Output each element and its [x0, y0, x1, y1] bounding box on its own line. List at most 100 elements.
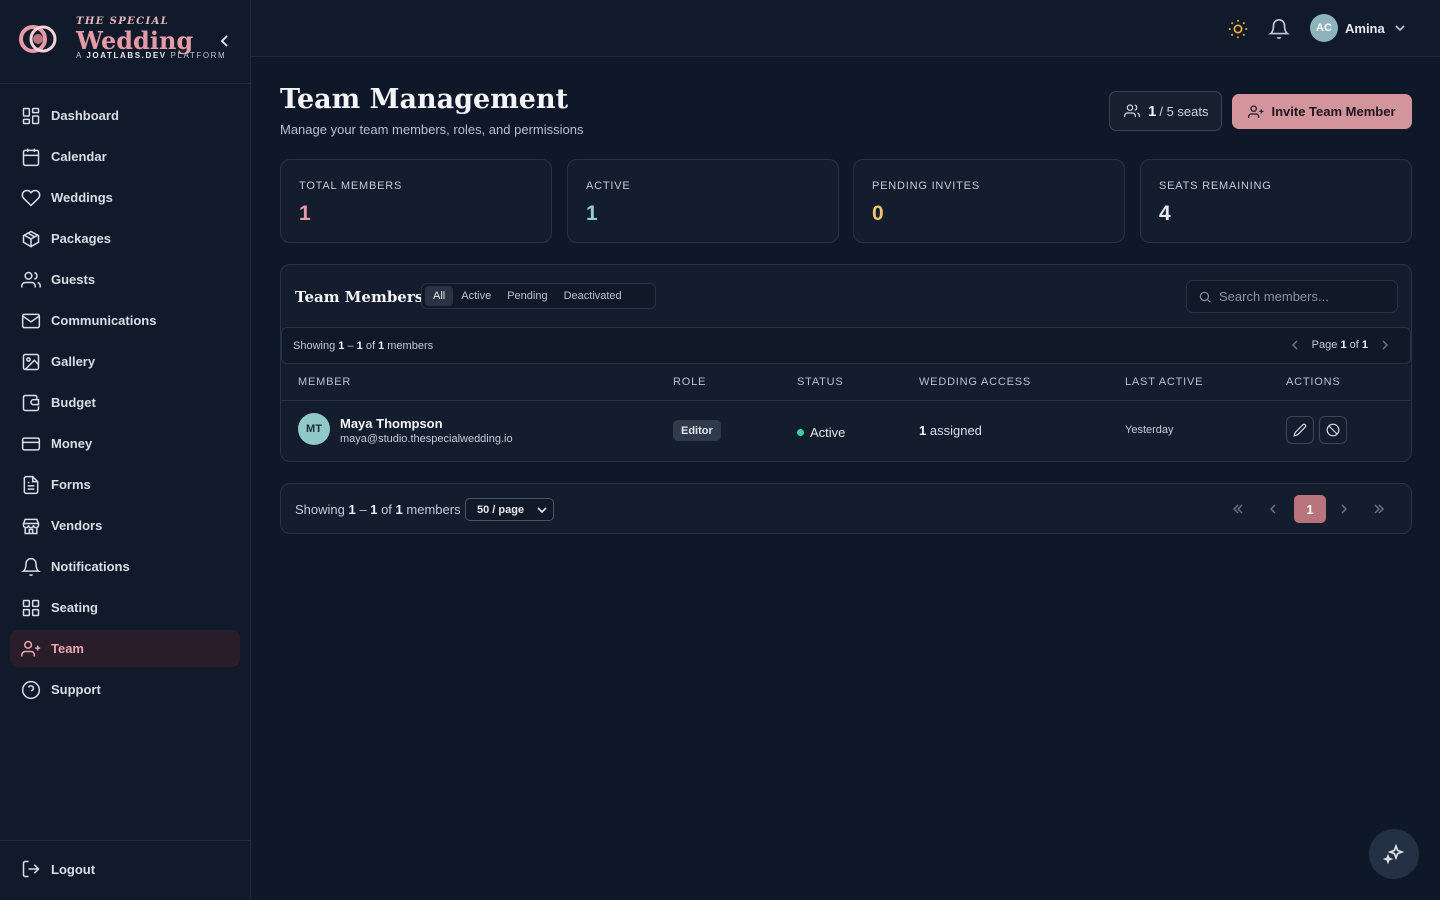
status-dot — [797, 429, 804, 436]
page-size-select[interactable]: 50 / page — [465, 498, 554, 521]
results-summary: Showing 1 – 1 of 1 members — [293, 340, 434, 352]
seats-total: / 5 seats — [1159, 103, 1209, 119]
sidebar-item-label: Gallery — [51, 354, 96, 369]
sidebar-item-label: Weddings — [51, 190, 113, 205]
edit-member-button[interactable] — [1286, 416, 1314, 444]
divider — [281, 400, 1411, 401]
pencil-icon — [1293, 423, 1307, 437]
user-name: Amina — [1345, 20, 1385, 36]
sidebar-item-seating[interactable]: Seating — [10, 589, 240, 626]
sidebar-item-guests[interactable]: Guests — [10, 261, 240, 298]
sidebar-item-support[interactable]: Support — [10, 671, 240, 708]
sidebar-item-label: Budget — [51, 395, 96, 410]
brand-logo-icon — [19, 25, 57, 53]
collapse-sidebar-button[interactable] — [216, 32, 234, 50]
sidebar-item-label: Calendar — [51, 149, 107, 164]
member-name: Maya Thompson — [340, 416, 443, 431]
brand-subtitle: A JOATLABS.DEV PLATFORM — [76, 51, 227, 60]
bell-icon — [21, 557, 41, 576]
card-title: Team Members — [295, 288, 424, 306]
sidebar-item-vendors[interactable]: Vendors — [10, 507, 240, 544]
next-page-button[interactable] — [1335, 500, 1353, 518]
tab-pending[interactable]: Pending — [499, 286, 555, 306]
stat-value: 1 — [586, 202, 598, 225]
last-active: Yesterday — [1125, 424, 1174, 436]
sidebar-item-money[interactable]: Money — [10, 425, 240, 462]
sidebar-item-communications[interactable]: Communications — [10, 302, 240, 339]
chevrons-left-icon — [1233, 504, 1243, 514]
sidebar-item-label: Vendors — [51, 518, 103, 533]
status-filter-tabs: All Active Pending Deactivated — [421, 283, 656, 309]
stat-card-active: ACTIVE 1 — [567, 159, 839, 243]
chevrons-right-icon — [1374, 504, 1384, 514]
heart-icon — [21, 189, 41, 207]
stat-value: 4 — [1159, 202, 1171, 225]
sparkles-icon — [1382, 843, 1405, 865]
file-text-icon — [23, 475, 39, 494]
previous-page-button[interactable] — [1264, 500, 1282, 518]
sun-icon[interactable] — [1227, 18, 1249, 40]
top-bar: AC Amina — [251, 0, 1440, 57]
stat-card-total-members: TOTAL MEMBERS 1 — [280, 159, 552, 243]
package-icon — [22, 230, 40, 247]
column-header-wedding-access: WEDDING ACCESS — [919, 376, 1032, 388]
user-plus-icon — [21, 640, 41, 656]
deactivate-member-button[interactable] — [1319, 416, 1347, 444]
page-button-current[interactable]: 1 — [1294, 495, 1326, 523]
pagination-bar: Showing 1 – 1 of 1 members 50 / page 1 — [280, 483, 1412, 534]
avatar: AC — [1310, 14, 1338, 42]
sidebar-item-label: Notifications — [51, 559, 130, 574]
seats-indicator: 1 / 5 seats — [1109, 91, 1222, 131]
sidebar-item-label: Money — [51, 436, 93, 451]
users-icon — [21, 271, 41, 287]
chevron-down-icon — [537, 507, 547, 514]
ai-assistant-button[interactable] — [1369, 829, 1419, 879]
search-input[interactable] — [1219, 289, 1389, 304]
invite-team-member-button[interactable]: Invite Team Member — [1232, 94, 1412, 129]
sidebar-item-budget[interactable]: Budget — [10, 384, 240, 421]
sidebar-item-calendar[interactable]: Calendar — [10, 138, 240, 175]
status-badge: Active — [797, 425, 845, 440]
tab-all[interactable]: All — [425, 286, 454, 306]
logout-button[interactable]: Logout — [21, 859, 95, 879]
help-circle-icon — [21, 680, 41, 699]
stat-value: 0 — [872, 202, 884, 225]
chevron-left-icon[interactable] — [1288, 338, 1302, 352]
image-icon — [22, 353, 40, 370]
stat-card-seats-remaining: SEATS REMAINING 4 — [1140, 159, 1412, 243]
tab-deactivated[interactable]: Deactivated — [556, 286, 630, 306]
sidebar-item-forms[interactable]: Forms — [10, 466, 240, 503]
tab-active[interactable]: Active — [453, 286, 499, 306]
wallet-icon — [22, 394, 40, 411]
chevron-right-icon[interactable] — [1378, 338, 1392, 352]
last-page-button[interactable] — [1370, 500, 1388, 518]
stat-label: PENDING INVITES — [872, 180, 980, 192]
sidebar-item-label: Guests — [51, 272, 96, 287]
user-plus-icon — [1248, 104, 1264, 118]
sidebar-item-weddings[interactable]: Weddings — [10, 179, 240, 216]
search-icon — [1199, 291, 1211, 303]
sidebar-item-label: Support — [51, 682, 101, 697]
sidebar-item-label: Dashboard — [51, 108, 119, 123]
sidebar-item-team[interactable]: Team — [10, 630, 240, 667]
brand: THE SPECIAL Wedding A JOATLABS.DEV PLATF… — [0, 0, 250, 84]
user-menu[interactable]: AC Amina — [1310, 14, 1406, 42]
main-content: Team Management Manage your team members… — [251, 57, 1440, 900]
search-box — [1186, 280, 1398, 313]
wedding-access: 1 assigned — [919, 423, 982, 438]
column-header-role: ROLE — [673, 376, 707, 388]
stat-label: ACTIVE — [586, 180, 631, 192]
sidebar-item-gallery[interactable]: Gallery — [10, 343, 240, 380]
results-summary: Showing 1 – 1 of 1 members — [295, 502, 461, 517]
sidebar-item-notifications[interactable]: Notifications — [10, 548, 240, 585]
member-email: maya@studio.thespecialwedding.io — [340, 433, 513, 445]
bell-icon[interactable] — [1268, 18, 1290, 40]
sidebar-item-packages[interactable]: Packages — [10, 220, 240, 257]
credit-card-icon — [21, 436, 41, 451]
sidebar-item-label: Forms — [51, 477, 91, 492]
page-size-value: 50 / page — [477, 503, 525, 516]
chevron-left-icon — [220, 35, 228, 47]
sidebar-item-dashboard[interactable]: Dashboard — [10, 97, 240, 134]
first-page-button[interactable] — [1229, 500, 1247, 518]
stat-label: TOTAL MEMBERS — [299, 180, 403, 192]
